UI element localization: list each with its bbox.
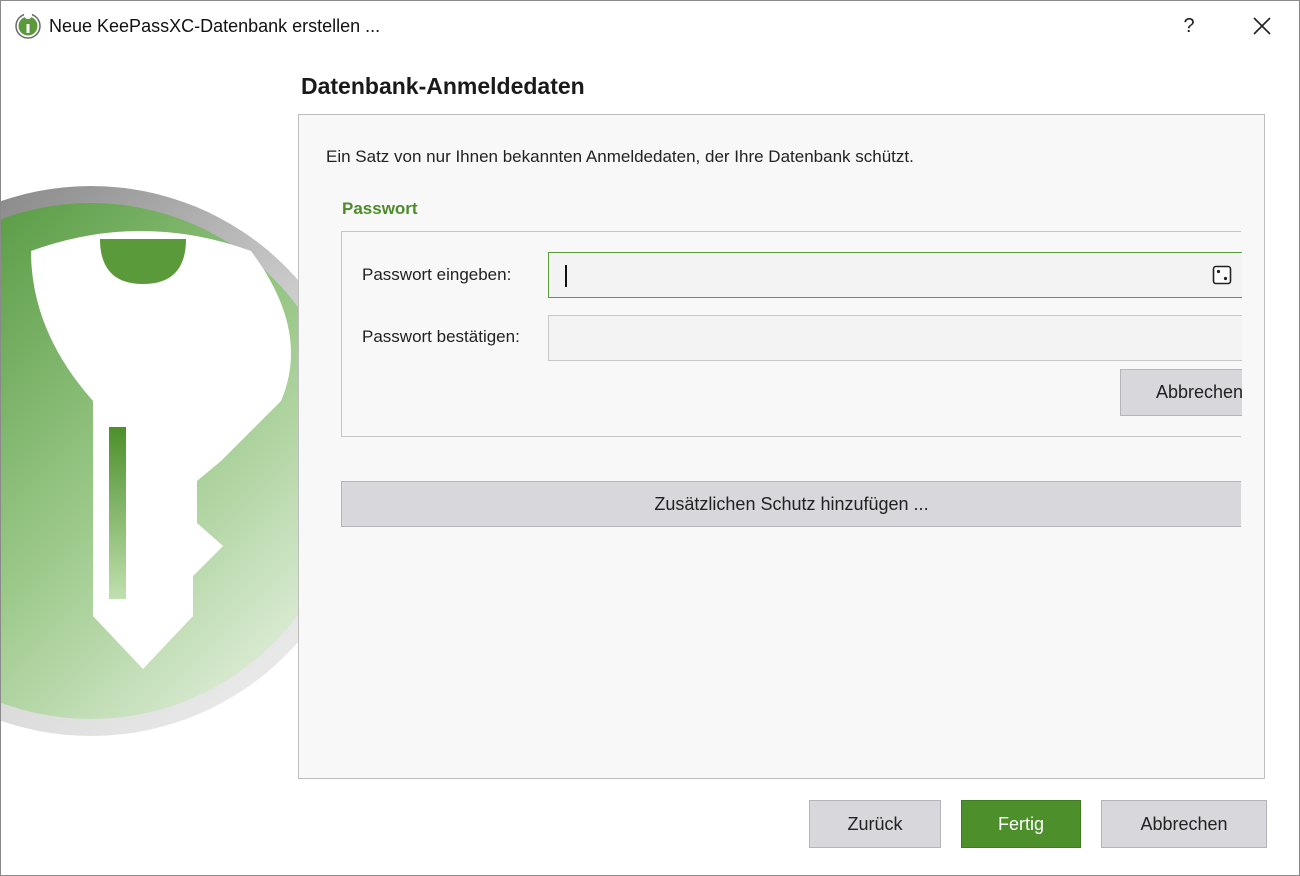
enter-password-field[interactable]	[548, 252, 1242, 298]
password-group-box: Passwort eingeben: Passwort bestätigen: …	[341, 231, 1242, 437]
cancel-password-button[interactable]: Abbrechen	[1120, 369, 1242, 416]
enter-password-label: Passwort eingeben:	[362, 265, 512, 284]
close-button[interactable]	[1239, 9, 1285, 43]
finish-button[interactable]: Fertig	[961, 800, 1081, 848]
add-protection-button[interactable]: Zusätzlichen Schutz hinzufügen ...	[341, 481, 1241, 527]
dialog-window: Neue KeePassXC-Datenbank erstellen ... ?	[0, 0, 1300, 876]
cancel-button[interactable]: Abbrechen	[1101, 800, 1267, 848]
title-bar: Neue KeePassXC-Datenbank erstellen ... ?	[1, 1, 1299, 51]
window-title: Neue KeePassXC-Datenbank erstellen ...	[49, 16, 381, 36]
page-description: Ein Satz von nur Ihnen bekannten Anmelde…	[326, 147, 914, 166]
keepassxc-logo-icon	[15, 13, 41, 39]
confirm-password-field[interactable]	[548, 315, 1242, 361]
dice-icon[interactable]	[1212, 265, 1232, 285]
page-title: Datenbank-Anmeldedaten	[301, 73, 585, 99]
text-caret	[565, 265, 567, 287]
content-panel: Ein Satz von nur Ihnen bekannten Anmelde…	[298, 114, 1265, 779]
password-group-title: Passwort	[342, 199, 418, 218]
back-button[interactable]: Zurück	[809, 800, 941, 848]
help-button[interactable]: ?	[1169, 9, 1209, 43]
close-icon	[1253, 17, 1271, 35]
confirm-password-label: Passwort bestätigen:	[362, 327, 520, 346]
